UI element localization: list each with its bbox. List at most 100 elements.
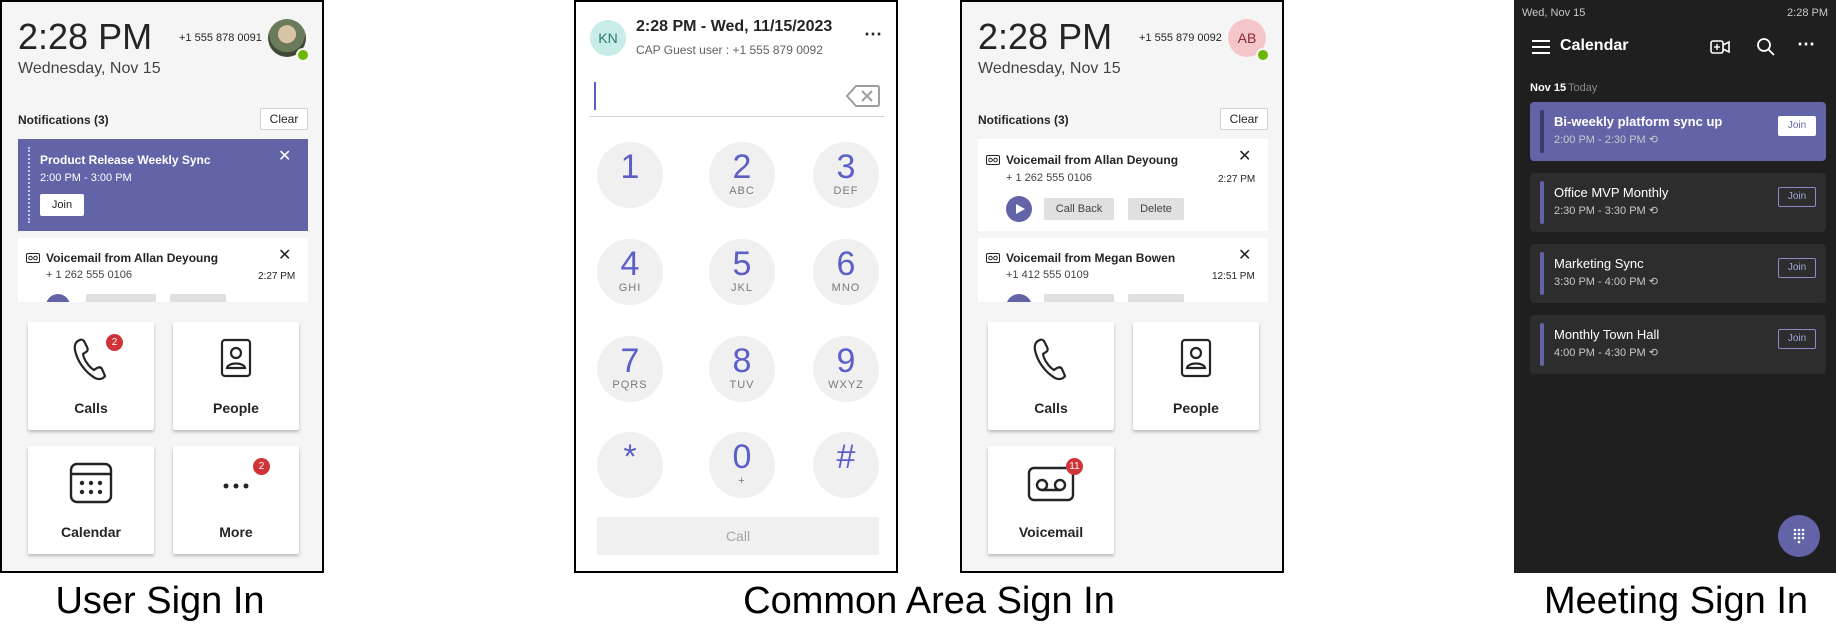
- dial-pad-fab-button[interactable]: [1778, 515, 1820, 557]
- meeting-sign-in-panel: Wed, Nov 15 2:28 PM Calendar ⋯ Nov 15 To…: [1514, 0, 1836, 573]
- calendar-icon: [69, 462, 113, 504]
- voicemail-badge: 11: [1066, 458, 1083, 475]
- voicemail-notification-card[interactable]: Voicemail from Megan Bowen +1 412 555 01…: [978, 238, 1268, 302]
- dial-key-2[interactable]: 2 ABC: [709, 142, 775, 208]
- more-options-icon[interactable]: ⋯: [864, 24, 882, 45]
- today-label: Today: [1568, 82, 1598, 94]
- dial-key-1[interactable]: 1: [597, 142, 663, 208]
- meeting-accent-bar: [1540, 110, 1544, 153]
- voicemail-time: 12:51 PM: [1212, 271, 1255, 282]
- dial-key-star[interactable]: *: [597, 432, 663, 498]
- tile-label: Calendar: [61, 524, 121, 540]
- clock-time: 2:28 PM: [18, 16, 153, 57]
- day-label: Nov 15: [1530, 82, 1567, 94]
- tile-more[interactable]: 2 More: [173, 446, 299, 554]
- clear-button[interactable]: Clear: [260, 108, 308, 130]
- voicemail-time: 2:27 PM: [258, 271, 296, 282]
- meeting-accent-bar: [1540, 252, 1544, 295]
- dial-input[interactable]: [590, 78, 884, 117]
- voicemail-number: + 1 262 555 0106: [1006, 172, 1092, 184]
- meeting-title: Bi-weekly platform sync up: [1554, 114, 1723, 129]
- join-button[interactable]: Join: [1778, 187, 1816, 207]
- close-icon[interactable]: ✕: [1238, 149, 1251, 165]
- play-button[interactable]: [1006, 294, 1032, 302]
- tile-label: Calls: [74, 400, 108, 416]
- dial-key-4[interactable]: 4 GHI: [597, 239, 663, 305]
- meet-now-icon[interactable]: [1710, 38, 1730, 56]
- call-back-button[interactable]: Call Back: [1044, 198, 1114, 220]
- voicemail-notification-card[interactable]: Voicemail from Allan Deyoung + 1 262 555…: [18, 238, 308, 302]
- close-icon[interactable]: ✕: [278, 248, 291, 264]
- dial-pad-icon: [1793, 528, 1805, 544]
- meeting-time: 3:30 PM - 4:00 PM ⟲: [1554, 276, 1658, 288]
- caption-user-sign-in: User Sign In: [55, 580, 265, 622]
- tile-label: Calls: [1034, 400, 1068, 416]
- tile-people[interactable]: People: [1133, 322, 1259, 430]
- meeting-title: Office MVP Monthly: [1554, 185, 1669, 200]
- meeting-item[interactable]: Monthly Town Hall 4:00 PM - 4:30 PM ⟲ Jo…: [1530, 315, 1826, 374]
- search-icon[interactable]: [1756, 37, 1776, 57]
- call-back-button[interactable]: [86, 294, 156, 302]
- voicemail-title: Voicemail from Megan Bowen: [1006, 251, 1176, 265]
- join-button[interactable]: Join: [1778, 329, 1816, 349]
- common-area-panel: 2:28 PM Wednesday, Nov 15 +1 555 879 009…: [960, 0, 1284, 573]
- backspace-icon[interactable]: [846, 84, 880, 108]
- dial-key-5[interactable]: 5 JKL: [709, 239, 775, 305]
- dial-key-6[interactable]: 6 MNO: [813, 239, 879, 305]
- tile-label: People: [1173, 400, 1219, 416]
- delete-button[interactable]: [1128, 294, 1184, 302]
- clear-button[interactable]: Clear: [1220, 108, 1268, 130]
- join-button[interactable]: Join: [1778, 116, 1816, 136]
- join-button[interactable]: Join: [40, 194, 84, 216]
- dial-key-0[interactable]: 0 +: [709, 432, 775, 498]
- dial-key-3[interactable]: 3 DEF: [813, 142, 879, 208]
- dial-key-7[interactable]: 7 PQRS: [597, 336, 663, 402]
- tile-people[interactable]: People: [173, 322, 299, 430]
- dial-key-hash[interactable]: #: [813, 432, 879, 498]
- meeting-item[interactable]: Marketing Sync 3:30 PM - 4:00 PM ⟲ Join: [1530, 244, 1826, 303]
- delete-button[interactable]: Delete: [1128, 198, 1184, 220]
- tile-voicemail[interactable]: 11 Voicemail: [988, 446, 1114, 554]
- voicemail-notification-card[interactable]: Voicemail from Allan Deyoung + 1 262 555…: [978, 139, 1268, 231]
- play-button[interactable]: [46, 294, 70, 302]
- meeting-time: 2:00 PM - 3:00 PM: [40, 172, 132, 184]
- dial-key-8[interactable]: 8 TUV: [709, 336, 775, 402]
- close-icon[interactable]: ✕: [278, 149, 291, 165]
- close-icon[interactable]: ✕: [1238, 248, 1251, 264]
- recurring-icon: ⟲: [1648, 347, 1658, 359]
- tile-calendar[interactable]: Calendar: [28, 446, 154, 554]
- tile-label: Voicemail: [1018, 524, 1084, 540]
- meeting-accent-bar: [1540, 323, 1544, 366]
- clock-date: Wednesday, Nov 15: [978, 60, 1121, 77]
- voicemail-icon: [26, 253, 40, 263]
- header-subtitle: CAP Guest user : +1 555 879 0092: [636, 43, 823, 57]
- meeting-notification-card[interactable]: Product Release Weekly Sync 2:00 PM - 3:…: [18, 139, 308, 231]
- delete-button[interactable]: [170, 294, 226, 302]
- hamburger-menu-icon[interactable]: [1532, 40, 1550, 54]
- meeting-item[interactable]: Bi-weekly platform sync up 2:00 PM - 2:3…: [1530, 102, 1826, 161]
- card-dotted-bar: [28, 147, 30, 223]
- tile-calls[interactable]: Calls: [988, 322, 1114, 430]
- input-cursor: [594, 82, 596, 110]
- recurring-icon: ⟲: [1648, 205, 1658, 217]
- recurring-icon: ⟲: [1648, 276, 1658, 288]
- play-button[interactable]: [1006, 196, 1032, 222]
- more-badge: 2: [253, 458, 270, 475]
- tile-calls[interactable]: 2 Calls: [28, 322, 154, 430]
- status-time: 2:28 PM: [1787, 7, 1828, 19]
- meeting-item[interactable]: Office MVP Monthly 2:30 PM - 3:30 PM ⟲ J…: [1530, 173, 1826, 232]
- call-back-button[interactable]: [1044, 294, 1114, 302]
- status-date: Wed, Nov 15: [1522, 7, 1586, 19]
- phone-icon: [1033, 338, 1067, 381]
- voicemail-number: +1 412 555 0109: [1006, 269, 1089, 281]
- voicemail-number: + 1 262 555 0106: [46, 269, 132, 281]
- join-button[interactable]: Join: [1778, 258, 1816, 278]
- more-options-icon[interactable]: ⋯: [1797, 34, 1815, 55]
- voicemail-title: Voicemail from Allan Deyoung: [46, 251, 219, 265]
- phone-number: +1 555 878 0091: [179, 32, 262, 44]
- calls-badge: 2: [106, 334, 123, 351]
- avatar[interactable]: KN: [590, 20, 626, 56]
- call-button[interactable]: Call: [597, 517, 879, 555]
- dial-key-9[interactable]: 9 WXYZ: [813, 336, 879, 402]
- tile-label: More: [219, 524, 253, 540]
